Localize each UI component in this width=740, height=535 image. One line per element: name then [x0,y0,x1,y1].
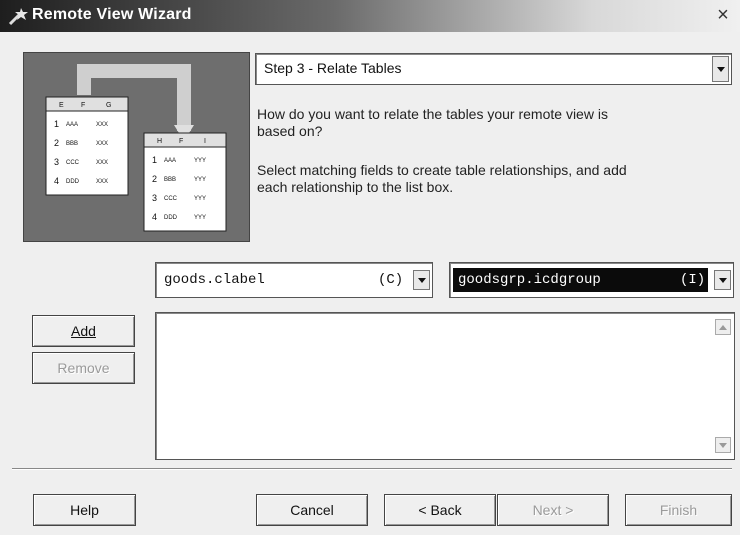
step-dropdown-value: Step 3 - Relate Tables [264,60,402,76]
add-button[interactable]: Add [32,315,135,347]
chevron-down-icon[interactable] [413,270,430,290]
close-icon[interactable]: × [712,5,734,26]
left-field-type: (C) [378,272,404,288]
back-button[interactable]: < Back [384,494,496,526]
chevron-down-icon[interactable] [712,56,729,82]
left-table-cell: BBB [66,141,78,147]
back-button-label: < Back [418,502,462,518]
right-table-cell: YYY [194,158,206,164]
right-field-type: (I) [680,272,706,288]
right-field-dropdown[interactable]: goodsgrp.icdgroup (I) [449,262,734,298]
left-table-cell: 2 [54,138,59,148]
right-table-cell: YYY [194,177,206,183]
relationship-list[interactable] [155,312,735,460]
left-table-cell: DDD [66,179,80,185]
left-table-cell: 1 [54,119,59,129]
left-table-header: E [59,102,64,109]
right-table-header: H [157,138,162,145]
help-button-label: Help [70,502,99,518]
left-table-cell: XXX [96,122,108,128]
right-table-cell: 1 [152,155,157,165]
separator-line [12,468,732,470]
description-line: based on? [257,123,323,139]
right-table-header: I [204,138,206,145]
next-button-label: Next > [532,502,574,518]
left-table-cell: CCC [66,160,80,166]
right-table-cell: 2 [152,174,157,184]
left-table-cell: XXX [96,179,108,185]
left-table-cell: 3 [54,157,59,167]
cancel-button-label: Cancel [290,502,334,518]
right-table-cell: 3 [152,193,157,203]
left-table-cell: AAA [66,122,78,128]
left-field-name: goods.clabel [164,272,265,288]
left-field-dropdown[interactable]: goods.clabel (C) [155,262,433,298]
window-title: Remote View Wizard [32,6,192,23]
wizard-wand-icon [8,8,28,26]
cancel-button[interactable]: Cancel [256,494,368,526]
step-dropdown[interactable]: Step 3 - Relate Tables [255,53,732,85]
scroll-down-icon[interactable] [715,437,731,453]
next-button[interactable]: Next > [497,494,609,526]
title-bar: Remote View Wizard × [0,0,740,32]
left-table-header: F [81,102,85,109]
description-line: each relationship to the list box. [257,179,454,195]
description-line: How do you want to relate the tables you… [257,106,608,122]
right-field-name: goodsgrp.icdgroup [458,272,601,288]
right-table-cell: YYY [194,215,206,221]
wizard-illustration: E F G H F I 1 2 3 4 1 2 3 4 AAA BBB CCC [23,52,250,242]
right-table-cell: 4 [152,212,157,222]
left-table-cell: XXX [96,160,108,166]
remove-button-label: Remove [57,360,110,376]
right-table-header: F [179,138,183,145]
scroll-up-icon[interactable] [715,319,731,335]
right-table-cell: AAA [164,158,176,164]
help-button[interactable]: Help [33,494,136,526]
description-line: Select matching fields to create table r… [257,162,627,178]
left-table-cell: 4 [54,176,59,186]
remote-view-wizard-window: Remote View Wizard × E F G H F I 1 2 3 4… [0,0,740,535]
step-instructions: Select matching fields to create table r… [257,162,627,196]
left-table-cell: XXX [96,141,108,147]
finish-button-label: Finish [659,502,698,518]
right-table-cell: BBB [164,177,176,183]
step-description: How do you want to relate the tables you… [257,106,608,140]
remove-button[interactable]: Remove [32,352,135,384]
add-button-label: Add [71,323,96,339]
finish-button[interactable]: Finish [625,494,732,526]
right-table-cell: CCC [164,196,178,202]
right-table-cell: YYY [194,196,206,202]
left-table-header: G [106,102,111,109]
right-table-cell: DDD [164,215,178,221]
chevron-down-icon[interactable] [714,270,731,290]
